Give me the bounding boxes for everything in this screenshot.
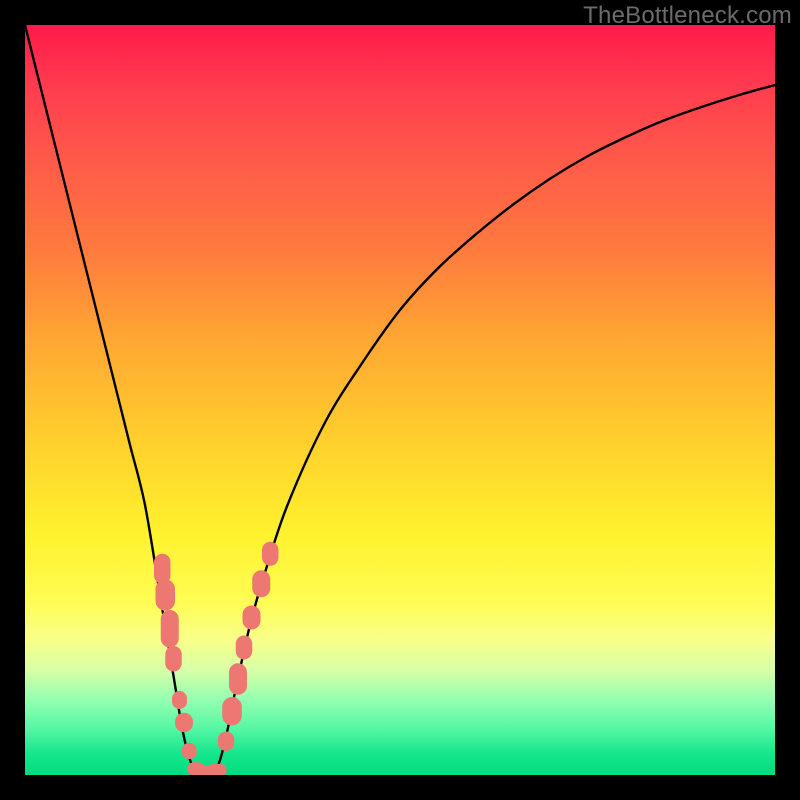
data-marker [218, 732, 235, 752]
data-marker [252, 570, 270, 597]
data-marker [161, 610, 179, 648]
bottleneck-curve [25, 25, 775, 775]
data-marker [165, 646, 182, 672]
data-marker [156, 579, 176, 611]
data-marker [154, 554, 171, 584]
chart-frame: TheBottleneck.com [0, 0, 800, 800]
data-marker [207, 764, 227, 775]
data-markers [154, 542, 279, 775]
data-marker [175, 713, 193, 733]
data-marker [172, 691, 187, 709]
data-marker [222, 697, 242, 726]
data-marker [182, 743, 197, 760]
plot-area [25, 25, 775, 775]
chart-svg [25, 25, 775, 775]
data-marker [243, 606, 261, 630]
data-marker [262, 542, 279, 566]
data-marker [236, 636, 253, 660]
data-marker [229, 663, 247, 695]
